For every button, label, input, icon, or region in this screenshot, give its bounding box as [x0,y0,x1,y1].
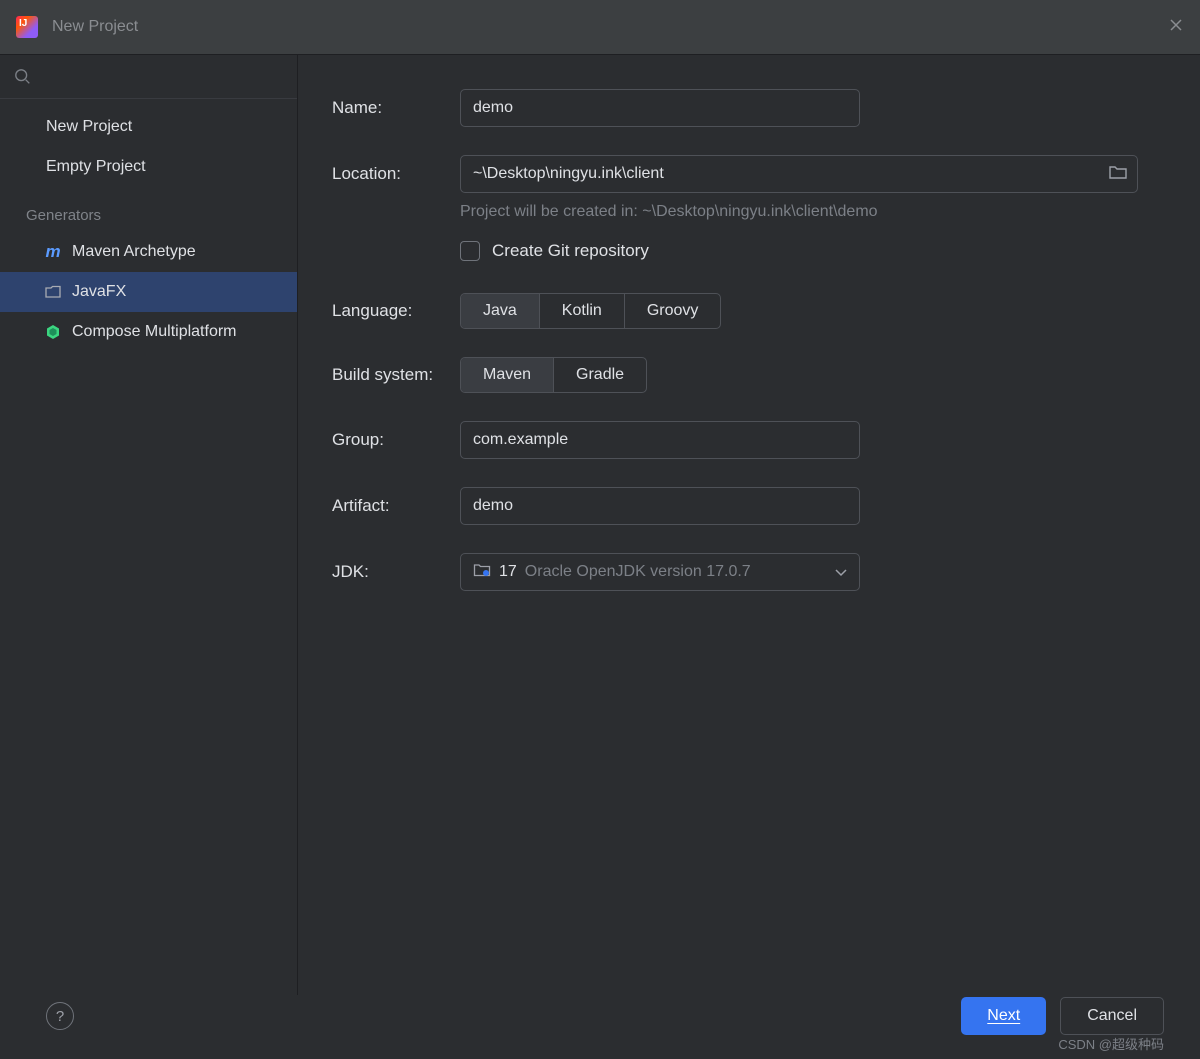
location-label: Location: [332,164,460,184]
search-icon [14,68,32,86]
maven-icon: m [44,243,62,261]
artifact-input[interactable] [460,487,860,525]
sidebar: New Project Empty Project Generators m M… [0,55,298,995]
watermark: CSDN @超级种码 [1058,1034,1164,1053]
next-button[interactable]: Next [961,997,1046,1035]
jdk-select[interactable]: 17 Oracle OpenJDK version 17.0.7 [460,553,860,591]
search-row[interactable] [0,55,297,99]
browse-folder-icon[interactable] [1108,164,1128,184]
name-input[interactable] [460,89,860,127]
folder-icon [44,283,62,301]
name-label: Name: [332,98,460,118]
location-hint: Project will be created in: ~\Desktop\ni… [460,203,1164,221]
close-icon[interactable] [1168,17,1184,38]
generator-label: Compose Multiplatform [72,323,237,341]
chevron-down-icon [835,564,847,581]
build-option-maven[interactable]: Maven [461,358,554,392]
jdk-version: 17 [499,563,517,581]
generator-compose-multiplatform[interactable]: Compose Multiplatform [0,312,297,352]
titlebar: New Project [0,0,1200,55]
generator-label: JavaFX [72,283,126,301]
cancel-button[interactable]: Cancel [1060,997,1164,1035]
sidebar-item-empty-project[interactable]: Empty Project [0,147,297,187]
generator-maven-archetype[interactable]: m Maven Archetype [0,232,297,272]
jdk-folder-icon [473,562,491,582]
sidebar-item-new-project[interactable]: New Project [0,107,297,147]
build-label: Build system: [332,365,460,385]
jdk-description: Oracle OpenJDK version 17.0.7 [525,563,751,581]
footer: ? Next Cancel [0,991,1200,1041]
generator-label: Maven Archetype [72,243,196,261]
jdk-label: JDK: [332,562,460,582]
language-option-kotlin[interactable]: Kotlin [540,294,625,328]
language-group: Java Kotlin Groovy [460,293,721,329]
compose-icon [44,323,62,341]
language-option-java[interactable]: Java [461,294,540,328]
location-input[interactable] [460,155,1138,193]
group-label: Group: [332,430,460,450]
generator-javafx[interactable]: JavaFX [0,272,297,312]
language-option-groovy[interactable]: Groovy [625,294,721,328]
help-button[interactable]: ? [46,1002,74,1030]
window-title: New Project [52,18,138,36]
git-checkbox[interactable] [460,241,480,261]
sidebar-item-label: Empty Project [46,158,146,176]
generators-header: Generators [0,187,297,232]
main-panel: Name: Location: Project will be created … [298,55,1200,995]
language-label: Language: [332,301,460,321]
artifact-label: Artifact: [332,496,460,516]
sidebar-item-label: New Project [46,118,132,136]
git-checkbox-label: Create Git repository [492,241,649,261]
build-option-gradle[interactable]: Gradle [554,358,646,392]
app-icon [16,16,38,38]
build-group: Maven Gradle [460,357,647,393]
group-input[interactable] [460,421,860,459]
